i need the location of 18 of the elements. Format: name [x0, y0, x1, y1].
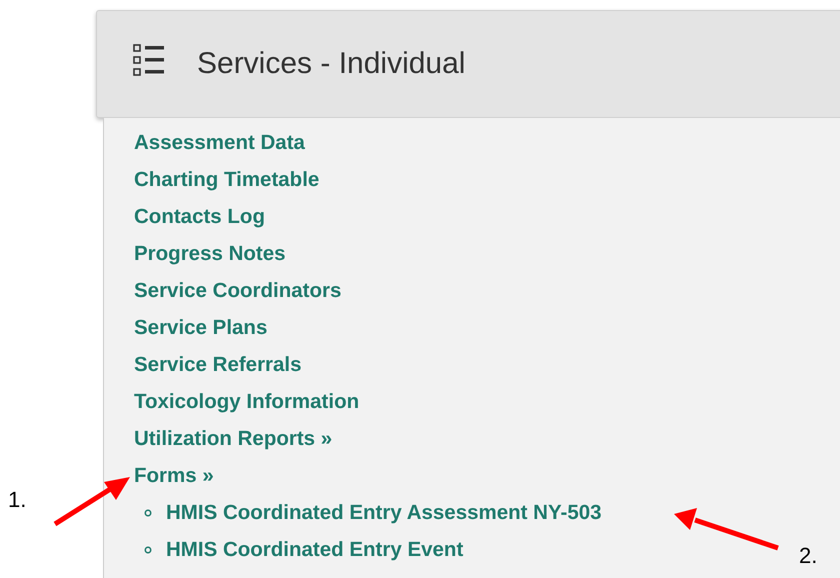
menu-link[interactable]: Service Referrals — [134, 346, 840, 383]
annotation-label: 2. — [799, 543, 818, 569]
bullet-icon — [144, 546, 152, 554]
menu-link[interactable]: Service Plans — [134, 309, 840, 346]
menu-link[interactable]: Toxicology Information — [134, 383, 840, 420]
menu-link[interactable]: Utilization Reports » — [134, 420, 840, 457]
menu-link[interactable]: Progress Notes — [134, 235, 840, 272]
menu-link[interactable]: Forms » — [134, 457, 840, 494]
bullet-icon — [144, 508, 152, 516]
annotation-label: 1. — [8, 487, 26, 513]
menu-link[interactable]: Assessment Data — [134, 124, 840, 161]
list-icon — [133, 44, 165, 76]
menu-link[interactable]: Charting Timetable — [134, 161, 840, 198]
panel-title: Services - Individual — [197, 47, 466, 81]
submenu-link[interactable]: HMIS Coordinated Entry Assessment NY-503 — [166, 494, 602, 531]
menu-link[interactable]: Service Coordinators — [134, 272, 840, 309]
menu-link[interactable]: Contacts Log — [134, 198, 840, 235]
submenu-link[interactable]: HMIS Coordinated Entry Event — [166, 531, 464, 568]
